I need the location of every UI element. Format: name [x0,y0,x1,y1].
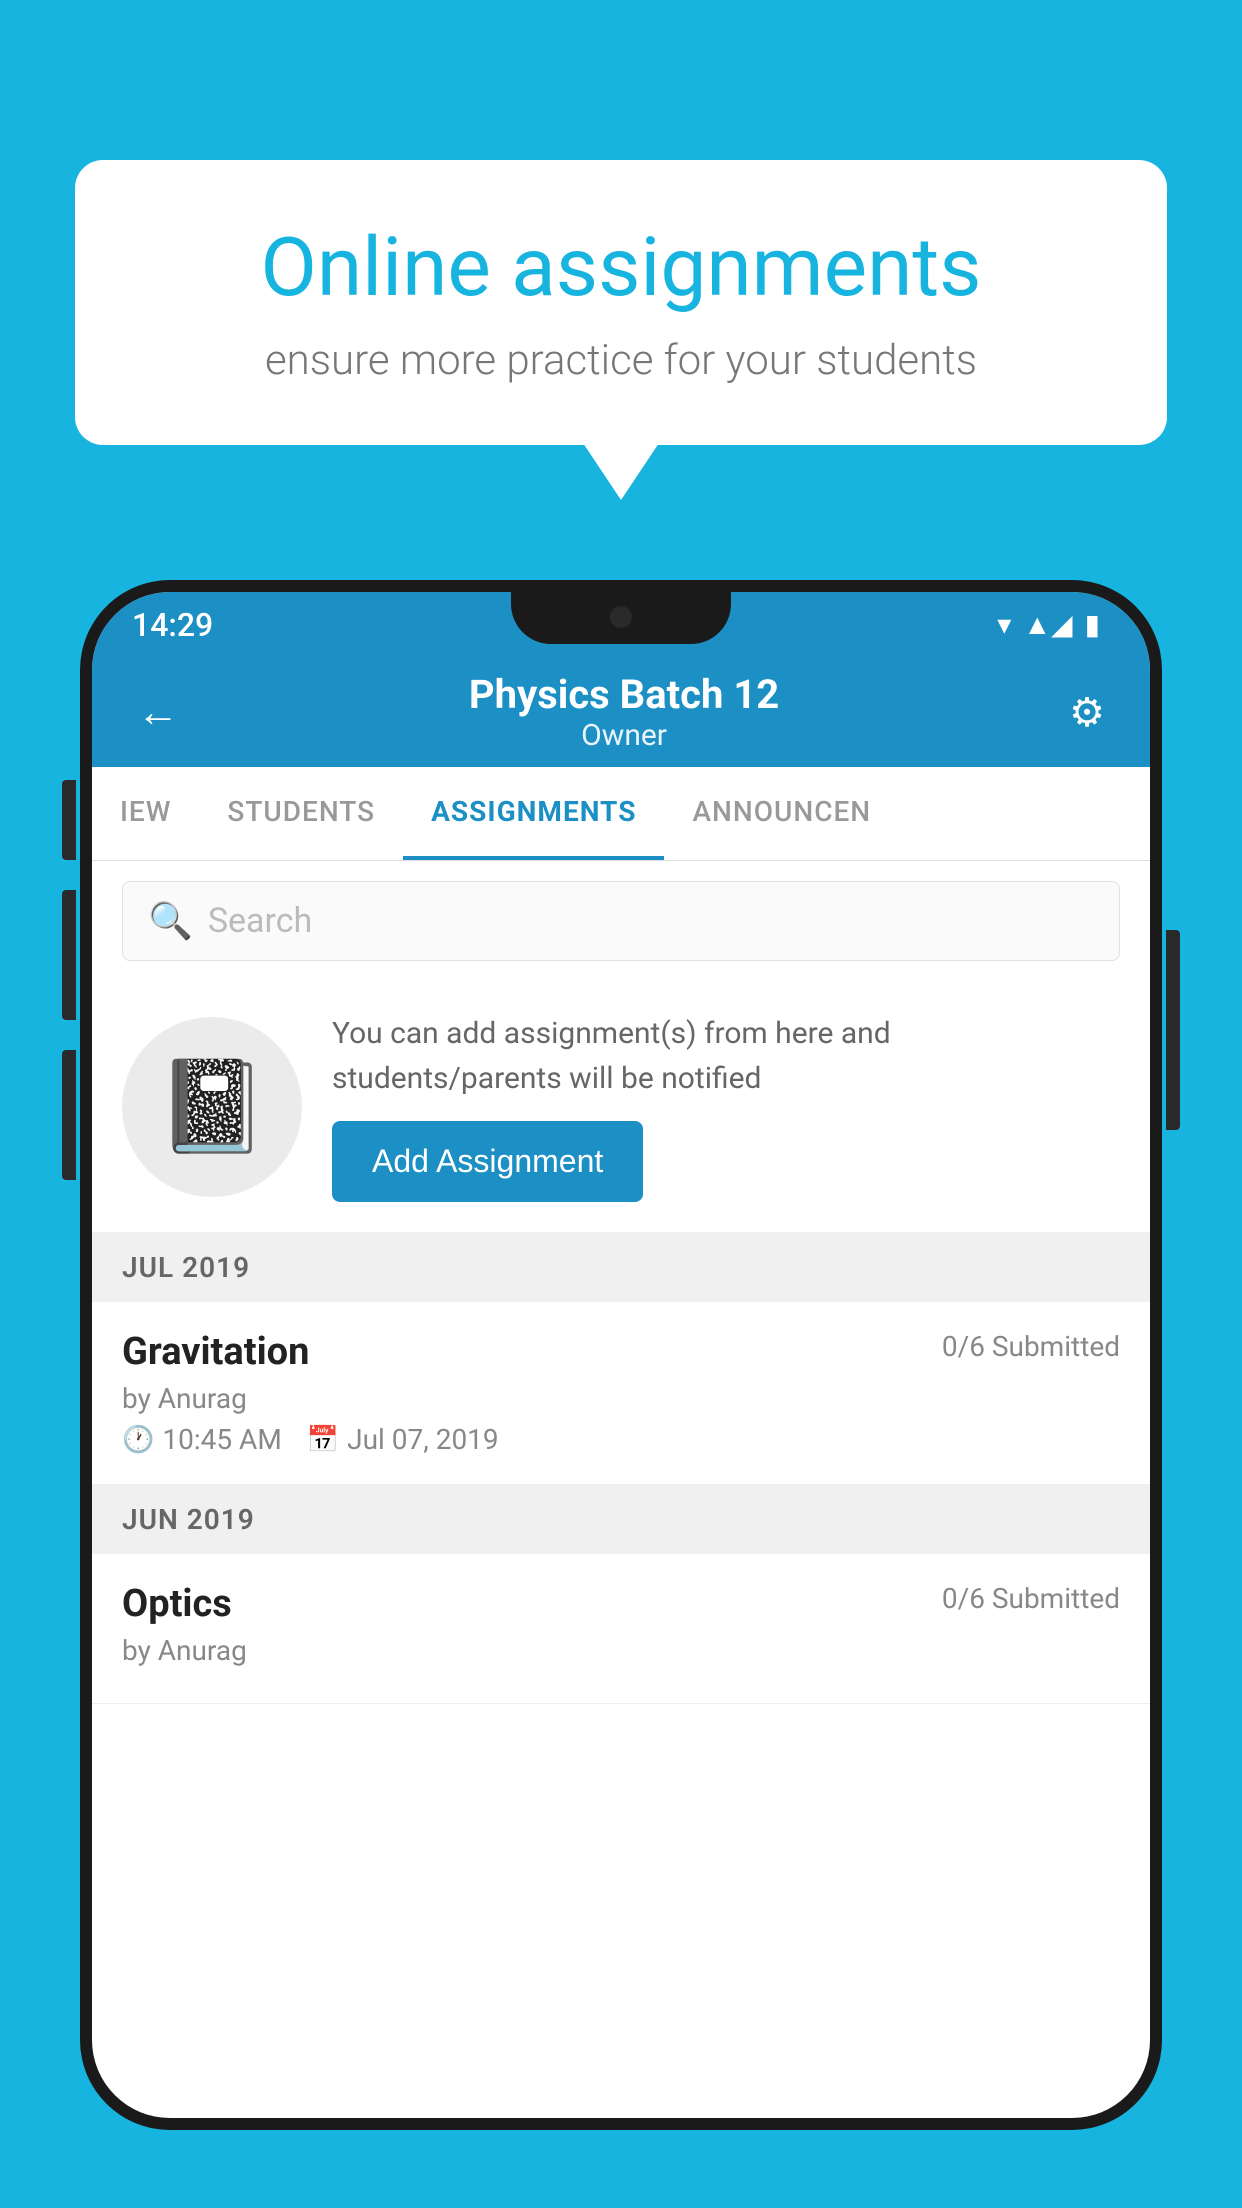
tab-iew[interactable]: IEW [92,767,199,860]
side-button-vol-down [62,1050,76,1180]
search-bar[interactable]: 🔍 Search [122,881,1120,961]
speech-bubble: Online assignments ensure more practice … [75,160,1167,445]
status-icons: ▾ ▲◢ ▮ [997,608,1100,641]
notebook-icon: 📓 [156,1054,268,1159]
side-button-vol-up [62,890,76,1020]
phone-screen: 14:29 ▾ ▲◢ ▮ ← Physics Batch 12 Owner ⚙ … [92,592,1150,2118]
battery-icon: ▮ [1085,608,1100,641]
assignment-row-top-optics: Optics 0/6 Submitted [122,1582,1120,1626]
assignment-date-gravitation: 📅 Jul 07, 2019 [307,1423,499,1456]
promo-subtitle: ensure more practice for your students [145,336,1097,385]
search-container: 🔍 Search [92,861,1150,981]
promo-area: Online assignments ensure more practice … [75,160,1167,445]
add-section-content: You can add assignment(s) from here and … [332,1011,1120,1202]
search-icon: 🔍 [148,900,193,942]
assignment-icon-circle: 📓 [122,1017,302,1197]
tabs-bar: IEW STUDENTS ASSIGNMENTS ANNOUNCEN [92,767,1150,861]
header-title-area: Physics Batch 12 Owner [469,671,779,753]
assignment-row-top: Gravitation 0/6 Submitted [122,1330,1120,1374]
phone-frame: 14:29 ▾ ▲◢ ▮ ← Physics Batch 12 Owner ⚙ … [80,580,1162,2130]
section-header-jun: JUN 2019 [92,1485,1150,1554]
assignment-author-gravitation: by Anurag [122,1382,1120,1415]
assignment-submitted-optics: 0/6 Submitted [942,1582,1120,1615]
clock-icon: 🕐 [122,1425,154,1455]
assignment-title-optics: Optics [122,1582,232,1626]
camera-dot [610,606,632,628]
app-header: ← Physics Batch 12 Owner ⚙ [92,657,1150,767]
section-header-jul: JUL 2019 [92,1233,1150,1302]
assignment-item-gravitation[interactable]: Gravitation 0/6 Submitted by Anurag 🕐 10… [92,1302,1150,1485]
search-placeholder: Search [208,901,312,941]
assignment-title-gravitation: Gravitation [122,1330,309,1374]
tab-announcements[interactable]: ANNOUNCEN [664,767,899,860]
status-time: 14:29 [132,606,213,644]
phone-notch [511,592,731,644]
assignment-item-optics[interactable]: Optics 0/6 Submitted by Anurag [92,1554,1150,1704]
settings-button[interactable]: ⚙ [1069,689,1105,736]
phone-wrapper: 14:29 ▾ ▲◢ ▮ ← Physics Batch 12 Owner ⚙ … [80,580,1162,2208]
assignment-submitted-gravitation: 0/6 Submitted [942,1330,1120,1363]
calendar-icon: 📅 [307,1425,339,1455]
signal-icon: ▲◢ [1023,608,1072,641]
header-title: Physics Batch 12 [469,671,779,718]
side-button-power [62,780,76,860]
assignment-meta-gravitation: 🕐 10:45 AM 📅 Jul 07, 2019 [122,1423,1120,1456]
back-button[interactable]: ← [137,688,179,737]
add-assignment-button[interactable]: Add Assignment [332,1121,643,1202]
add-section-text: You can add assignment(s) from here and … [332,1011,1120,1101]
wifi-icon: ▾ [997,608,1011,641]
assignment-author-optics: by Anurag [122,1634,1120,1667]
header-subtitle: Owner [469,718,779,753]
assignment-time-gravitation: 🕐 10:45 AM [122,1423,282,1456]
promo-title: Online assignments [145,220,1097,316]
tab-assignments[interactable]: ASSIGNMENTS [403,767,664,860]
tab-students[interactable]: STUDENTS [199,767,403,860]
side-button-right [1166,930,1180,1130]
add-section: 📓 You can add assignment(s) from here an… [92,981,1150,1233]
